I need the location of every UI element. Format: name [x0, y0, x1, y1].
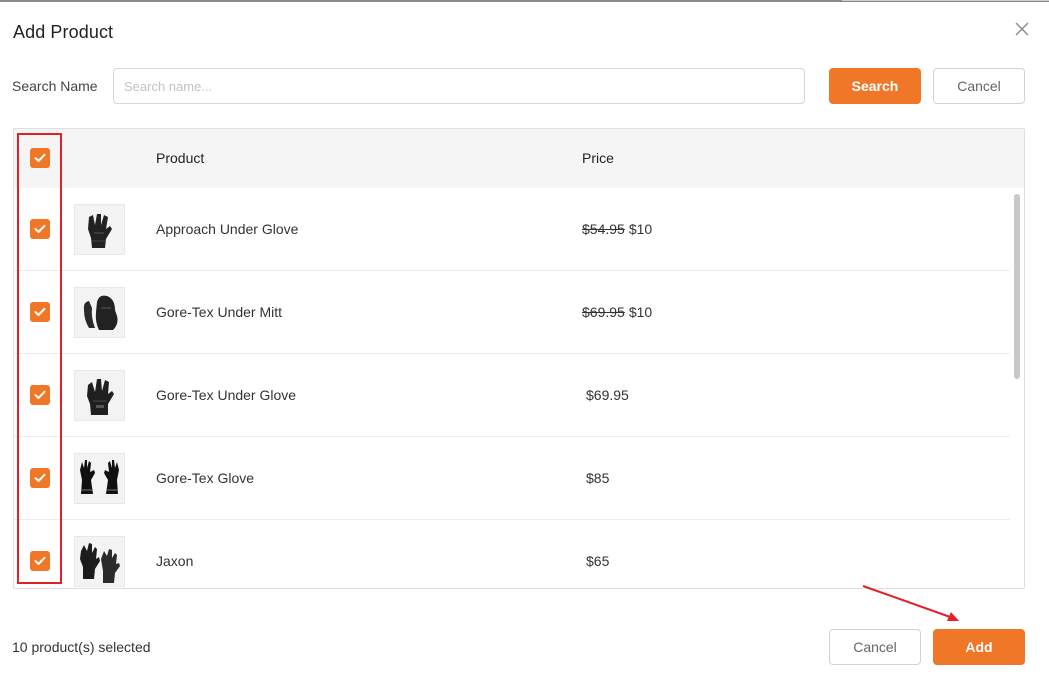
selected-count-text: 10 product(s) selected: [12, 639, 151, 655]
product-table: Product Price Approach Under Glove $54.9…: [13, 128, 1025, 589]
glove-pair-thumbnail: [74, 453, 125, 504]
product-price: $85: [582, 470, 609, 486]
product-name: Approach Under Glove: [156, 221, 299, 237]
sale-price: $65: [586, 553, 610, 569]
product-price: $65: [582, 553, 609, 569]
product-price: $69.95: [582, 387, 629, 403]
table-row[interactable]: Gore-Tex Under Mitt $69.95 $10: [14, 271, 1010, 354]
column-header-product: Product: [156, 150, 205, 166]
table-body: Approach Under Glove $54.95 $10 Gore-Tex …: [14, 188, 1010, 588]
original-price: $69.95: [582, 304, 625, 320]
add-button[interactable]: Add: [933, 629, 1025, 665]
sale-price: $10: [628, 221, 653, 237]
table-row[interactable]: Gore-Tex Under Glove $69.95: [14, 354, 1010, 437]
sale-price: $69.95: [586, 387, 629, 403]
product-price: $69.95 $10: [582, 304, 652, 320]
search-name-input[interactable]: [113, 68, 805, 104]
footer-cancel-button[interactable]: Cancel: [829, 629, 921, 665]
sale-price: $85: [586, 470, 610, 486]
search-button[interactable]: Search: [829, 68, 921, 104]
search-name-label: Search Name: [12, 78, 98, 94]
close-icon[interactable]: [1011, 18, 1033, 40]
product-name: Gore-Tex Under Mitt: [156, 304, 283, 320]
product-name: Gore-Tex Glove: [156, 470, 255, 486]
glove-pair-thumbnail: [74, 536, 125, 587]
table-header: Product Price: [14, 129, 1024, 188]
annotation-arrow-icon: [862, 585, 959, 621]
window-top-edge-right: [842, 0, 1049, 1]
table-row[interactable]: Gore-Tex Glove $85: [14, 437, 1010, 520]
mitt-thumbnail: [74, 287, 125, 338]
product-price: $54.95 $10: [582, 221, 652, 237]
original-price: $54.95: [582, 221, 625, 237]
column-header-price: Price: [582, 150, 614, 166]
product-name: Gore-Tex Under Glove: [156, 387, 297, 403]
glove-thumbnail: [74, 204, 125, 255]
checkbox-column-highlight: [17, 133, 62, 584]
modal-title: Add Product: [13, 22, 114, 42]
product-name: Jaxon: [156, 553, 194, 569]
glove-thumbnail: [74, 370, 125, 421]
table-row[interactable]: Approach Under Glove $54.95 $10: [14, 188, 1010, 271]
sale-price: $10: [628, 304, 653, 320]
search-cancel-button[interactable]: Cancel: [933, 68, 1025, 104]
table-scrollbar-thumb[interactable]: [1014, 194, 1020, 379]
